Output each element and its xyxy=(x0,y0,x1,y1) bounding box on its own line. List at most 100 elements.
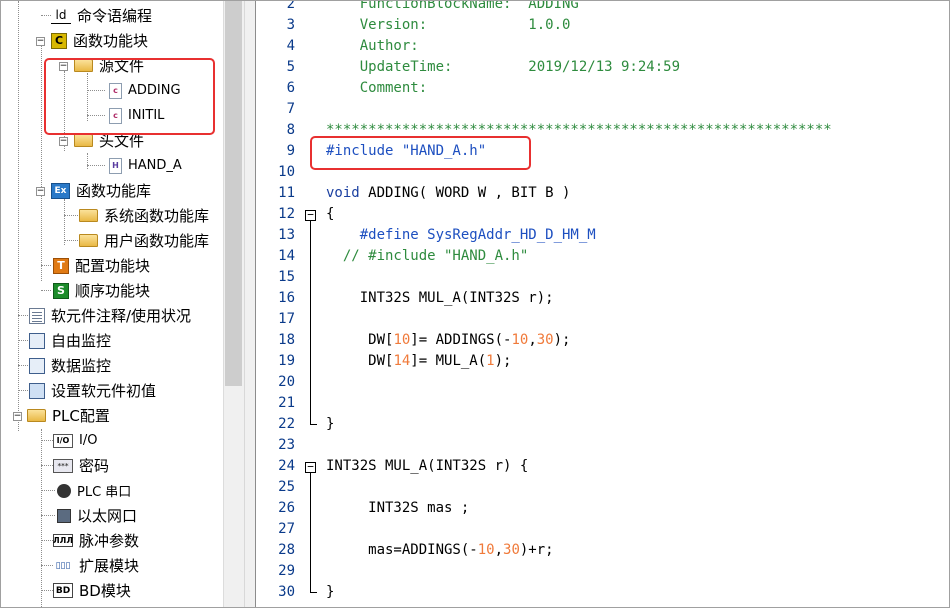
code-area[interactable]: FunctionBlockName: ADDING Version: 1.0.0… xyxy=(326,1,949,607)
tree-line xyxy=(41,265,51,266)
number-literal: 30 xyxy=(503,542,520,558)
tree-item-system-library[interactable]: 系统函数功能库 xyxy=(79,203,211,228)
tree-line xyxy=(41,440,53,441)
line-number: 16 xyxy=(278,290,295,306)
ld-icon: ld xyxy=(51,8,71,24)
tree-scrollbar[interactable] xyxy=(223,1,244,607)
tree-item-label: PLC 串口 xyxy=(77,485,132,500)
code-text: , xyxy=(528,332,537,348)
tree-item-label: PLC配置 xyxy=(52,407,110,425)
line-number: 10 xyxy=(278,164,295,180)
code-line: Author: xyxy=(326,38,419,54)
tree-item-expansion-module[interactable]: ▯▯▯ 扩展模块 xyxy=(53,553,141,578)
line-number: 9 xyxy=(286,143,295,159)
code-line: FunctionBlockName: ADDING xyxy=(326,1,579,12)
collapse-toggle[interactable]: − xyxy=(36,187,45,196)
tree-item-label: 扩展模块 xyxy=(79,557,140,575)
tree-item-label: 自由监控 xyxy=(51,332,112,350)
collapse-toggle[interactable]: − xyxy=(36,37,45,46)
fold-end xyxy=(310,592,317,593)
code-line: { xyxy=(326,206,335,222)
tree-item-label: HAND_A xyxy=(128,158,182,173)
code-text: , xyxy=(494,542,504,558)
tree-line xyxy=(18,365,28,366)
tree-line xyxy=(64,199,65,245)
fold-toggle[interactable]: − xyxy=(305,209,316,221)
ethernet-icon xyxy=(57,508,71,523)
tree-item-bd-module[interactable]: BD BD模块 xyxy=(53,578,133,603)
line-number: 7 xyxy=(286,101,295,117)
folder-icon xyxy=(79,234,98,247)
tree-scrollbar-thumb[interactable] xyxy=(225,1,242,386)
line-number: 28 xyxy=(278,542,295,558)
tree-line xyxy=(41,590,53,591)
tree-item-function-block[interactable]: C 函数功能块 xyxy=(51,28,150,53)
code-text: )+r; xyxy=(519,542,554,558)
io-icon: I/O xyxy=(53,433,73,448)
tree-line xyxy=(64,240,78,241)
line-number: 17 xyxy=(278,311,295,327)
line-number: 20 xyxy=(278,374,295,390)
collapse-toggle[interactable]: − xyxy=(59,137,68,146)
tree-line xyxy=(18,390,28,391)
code-line: UpdateTime: 2019/12/13 9:24:59 xyxy=(326,59,681,75)
line-number: 14 xyxy=(278,248,295,264)
tree-item-ethernet[interactable]: 以太网口 xyxy=(57,503,139,528)
line-number-gutter: 2 3 4 5 6 7 8 9 10 11 12 13 14 15 16 17 … xyxy=(256,1,299,607)
tree-line xyxy=(18,315,28,316)
code-text: DW[ xyxy=(326,353,394,369)
tree-item-device-comments[interactable]: 软元件注释/使用状况 xyxy=(29,303,193,328)
tree-item-label: 函数功能块 xyxy=(73,32,149,50)
tree-line xyxy=(41,429,42,607)
panel-splitter[interactable] xyxy=(244,1,256,607)
tree-line xyxy=(87,153,88,169)
code-text: ]= MUL_A( xyxy=(410,353,487,369)
tree-item-command-programming[interactable]: ld 命令语编程 xyxy=(51,3,154,28)
collapse-toggle[interactable]: − xyxy=(13,412,22,421)
tree-item-plc-config[interactable]: PLC配置 xyxy=(27,403,112,428)
line-number: 2 xyxy=(286,1,295,12)
fold-line xyxy=(310,473,311,592)
code-text: ]= ADDINGS(- xyxy=(410,332,512,348)
tree-item-pulse-params[interactable]: ЛЛЛ 脉冲参数 xyxy=(53,528,141,553)
tree-item-config-block[interactable]: T 配置功能块 xyxy=(53,253,152,278)
line-number: 13 xyxy=(278,227,295,243)
tree-item-data-monitor[interactable]: 数据监控 xyxy=(29,353,113,378)
line-number: 22 xyxy=(278,416,295,432)
pulse-icon: ЛЛЛ xyxy=(53,534,73,547)
tree-item-serial-port[interactable]: PLC 串口 xyxy=(57,478,133,503)
tree-item-function-library[interactable]: Ex 函数功能库 xyxy=(51,178,153,203)
tree-line xyxy=(87,165,105,166)
code-text: DW[ xyxy=(326,332,394,348)
tree-item-hand-a[interactable]: H HAND_A xyxy=(109,153,184,178)
highlight-box-include xyxy=(310,136,531,170)
tree-item-label: 配置功能块 xyxy=(75,257,151,275)
tree-item-user-library[interactable]: 用户函数功能库 xyxy=(79,228,211,253)
keyword: void xyxy=(326,185,360,201)
line-number: 27 xyxy=(278,521,295,537)
tree-item-label: 密码 xyxy=(79,457,110,475)
tree-line xyxy=(18,340,28,341)
code-editor[interactable]: 2 3 4 5 6 7 8 9 10 11 12 13 14 15 16 17 … xyxy=(256,1,949,607)
tree-item-free-monitor[interactable]: 自由监控 xyxy=(29,328,113,353)
code-line: } xyxy=(326,584,335,600)
tree-line xyxy=(41,41,42,281)
code-text: ); xyxy=(553,332,571,348)
fold-line xyxy=(310,221,311,424)
bd-module-icon: BD xyxy=(53,583,73,598)
code-text: mas=ADDINGS(- xyxy=(326,542,478,558)
tree-item-sequence-block[interactable]: S 顺序功能块 xyxy=(53,278,152,303)
tree-item-init-values[interactable]: 设置软元件初值 xyxy=(29,378,158,403)
number-literal: 10 xyxy=(511,332,529,348)
data-monitor-icon xyxy=(29,357,45,374)
code-line: mas=ADDINGS(-10,30)+r; xyxy=(326,542,554,558)
password-icon: *** xyxy=(53,458,73,473)
comment-list-icon xyxy=(29,307,45,324)
init-value-icon xyxy=(29,382,45,399)
tree-item-io[interactable]: I/O I/O xyxy=(53,428,99,453)
tree-line xyxy=(18,1,19,431)
fold-margin: − − xyxy=(305,1,325,607)
tree-item-password[interactable]: *** 密码 xyxy=(53,453,111,478)
fold-toggle[interactable]: − xyxy=(305,461,316,473)
tree-item-label: 软元件注释/使用状况 xyxy=(51,307,192,325)
